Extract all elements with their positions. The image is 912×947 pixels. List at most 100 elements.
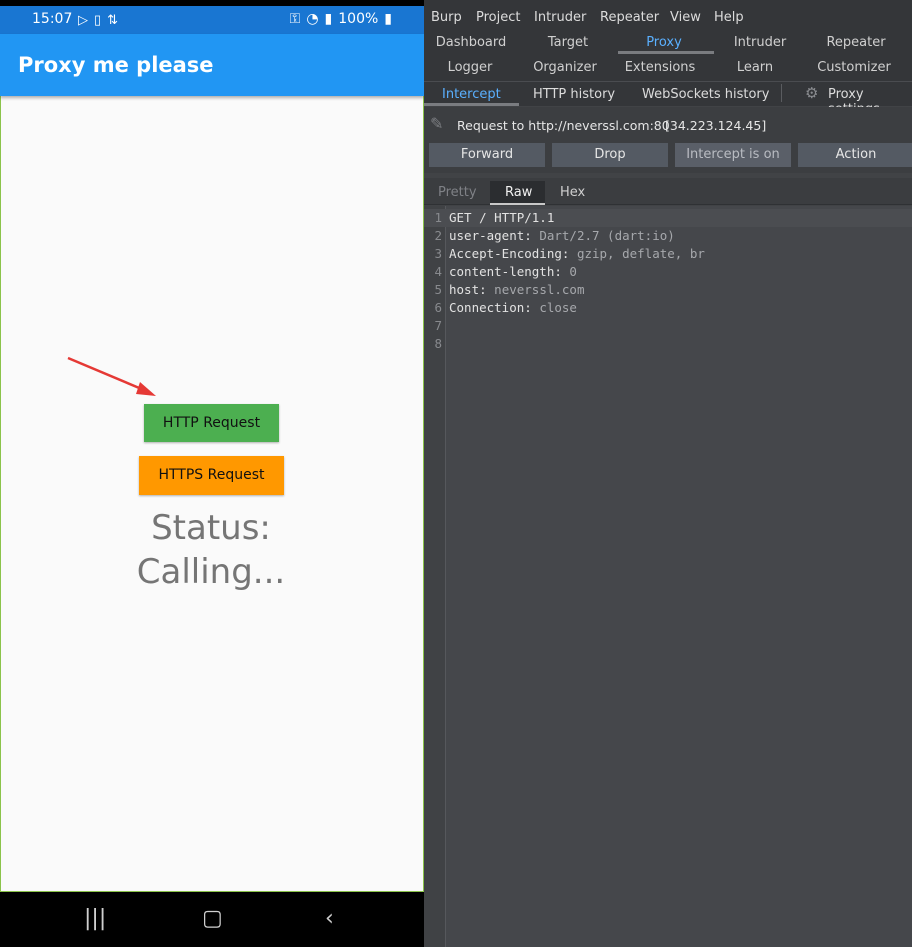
request-editor[interactable]: 1 GET / HTTP/1.1 2 user-agent: Dart/2.7 (da… [424, 206, 912, 947]
editor-line[interactable]: 5 host: neverssl.com [424, 281, 912, 299]
menu-burp[interactable]: Burp [431, 10, 462, 25]
header-value: 0 [569, 264, 577, 279]
editor-line[interactable]: 1 GET / HTTP/1.1 [424, 209, 912, 227]
key-icon: ⚿ [289, 11, 301, 27]
view-tab-raw[interactable]: Raw [505, 185, 532, 200]
back-icon[interactable]: ‹ [325, 906, 334, 931]
header-value: gzip, deflate, br [576, 246, 705, 261]
menu-project[interactable]: Project [476, 10, 520, 25]
status-bar: 15:07 ▷ ▯ ⇅ ⚿ ◔ ▮ 100% ▮ [0, 6, 424, 34]
editor-line[interactable]: 4 content-length: 0 [424, 263, 912, 281]
status-right-icons: ⚿ ◔ ▮ 100% ▮ [290, 11, 392, 27]
line-number: 1 [434, 210, 442, 225]
header-value: close [539, 300, 577, 315]
play-icon: ▷ [78, 12, 88, 27]
tab-logger[interactable]: Logger [422, 60, 518, 75]
http-request-button[interactable]: HTTP Request [144, 404, 279, 442]
header-separator: : [524, 300, 540, 315]
view-tab-pretty[interactable]: Pretty [438, 185, 477, 200]
request-target-ip: [34.223.124.45] [665, 118, 767, 133]
header-separator: : [479, 282, 495, 297]
editor-line[interactable]: 2 user-agent: Dart/2.7 (dart:io) [424, 227, 912, 245]
header-separator: : [554, 264, 570, 279]
header-name: user-agent [449, 228, 525, 243]
app-bar: Proxy me please [0, 34, 424, 96]
intercept-toggle-button[interactable]: Intercept is on [675, 143, 791, 167]
header-name: host [449, 282, 480, 297]
line-number: 4 [434, 264, 442, 279]
tab-dashboard[interactable]: Dashboard [423, 35, 519, 50]
editor-line[interactable]: 6 Connection: close [424, 299, 912, 317]
menu-view[interactable]: View [670, 10, 701, 25]
tab-organizer[interactable]: Organizer [517, 60, 613, 75]
intercept-toolbar: Forward Drop Intercept is on Action [424, 141, 912, 173]
line-content: Connection: close [449, 299, 577, 317]
tab-proxy[interactable]: Proxy [616, 35, 712, 50]
line-number: 3 [434, 246, 442, 261]
cell-signal-icon: ▮ [324, 11, 333, 27]
pencil-icon[interactable]: ✎ [430, 114, 443, 133]
tab-learn[interactable]: Learn [707, 60, 803, 75]
header-value: Dart/2.7 (dart:io) [539, 228, 675, 243]
view-tab-hex[interactable]: Hex [560, 185, 585, 200]
status-left-icons: ▷ ▯ ⇅ [78, 12, 118, 28]
subtab-http-history[interactable]: HTTP history [533, 87, 615, 102]
drop-button[interactable]: Drop [552, 143, 668, 167]
tab-intruder[interactable]: Intruder [712, 35, 808, 50]
header-value: neverssl.com [494, 282, 585, 297]
menu-help[interactable]: Help [714, 10, 744, 25]
menu-bar: Burp Project Intruder Repeater View Help [424, 0, 912, 32]
status-label: Status: [151, 508, 271, 548]
line-number: 5 [434, 282, 442, 297]
menu-repeater[interactable]: Repeater [600, 10, 659, 25]
line-number: 8 [434, 336, 442, 351]
red-arrow-annotation [67, 356, 156, 396]
line-number: 2 [434, 228, 442, 243]
burp-suite-window: Burp Project Intruder Repeater View Help… [424, 0, 912, 947]
signal-toggle-icon: ⇅ [107, 12, 119, 27]
line-number: 7 [434, 318, 442, 333]
home-icon[interactable]: ▢ [202, 906, 223, 931]
gear-icon[interactable]: ⚙ [805, 84, 818, 102]
subtab-intercept[interactable]: Intercept [442, 87, 501, 102]
proxy-tab-underline [618, 51, 714, 54]
status-text: Status: Calling... [100, 506, 322, 594]
request-target-bar: ✎ Request to http://neverssl.com:80 [34.… [424, 107, 912, 141]
battery-label: 100% [338, 11, 379, 27]
wifi-icon: ◔ [306, 11, 319, 27]
android-nav-bar: ||| ▢ ‹ [0, 892, 424, 947]
line-content: host: neverssl.com [449, 281, 584, 299]
tab-customizer[interactable]: Customizer [806, 60, 902, 75]
sim-icon: ▯ [94, 12, 102, 27]
editor-line[interactable]: 7 [424, 317, 912, 335]
status-value: Calling... [136, 552, 286, 592]
subtab-divider [781, 84, 782, 102]
line-content: content-length: 0 [449, 263, 577, 281]
line-content: user-agent: Dart/2.7 (dart:io) [449, 227, 675, 245]
phone-screen: 15:07 ▷ ▯ ⇅ ⚿ ◔ ▮ 100% ▮ Proxy me please… [0, 0, 424, 947]
status-time: 15:07 [32, 11, 73, 27]
app-body [0, 6, 424, 892]
tab-repeater[interactable]: Repeater [808, 35, 904, 50]
action-button[interactable]: Action [798, 143, 912, 167]
recent-apps-icon[interactable]: ||| [84, 906, 106, 931]
forward-button[interactable]: Forward [429, 143, 545, 167]
header-name: Accept-Encoding [449, 246, 562, 261]
header-name: GET / HTTP/1.1 [449, 210, 555, 225]
header-name: Connection [449, 300, 525, 315]
intercept-subtab-underline [424, 103, 519, 106]
tab-target[interactable]: Target [520, 35, 616, 50]
line-content: Accept-Encoding: gzip, deflate, br [449, 245, 705, 263]
app-title: Proxy me please [18, 53, 214, 77]
editor-line[interactable]: 3 Accept-Encoding: gzip, deflate, br [424, 245, 912, 263]
tab-extensions[interactable]: Extensions [612, 60, 708, 75]
message-view-tabs: Pretty Raw Hex [424, 178, 912, 205]
header-name: content-length [449, 264, 555, 279]
subtab-websockets-history[interactable]: WebSockets history [642, 87, 769, 102]
header-separator: : [561, 246, 577, 261]
line-number: 6 [434, 300, 442, 315]
editor-line[interactable]: 8 [424, 335, 912, 353]
menu-intruder[interactable]: Intruder [534, 10, 586, 25]
https-request-button[interactable]: HTTPS Request [139, 456, 284, 495]
main-tabs-row-2: Logger Organizer Extensions Learn Custom… [424, 56, 912, 81]
